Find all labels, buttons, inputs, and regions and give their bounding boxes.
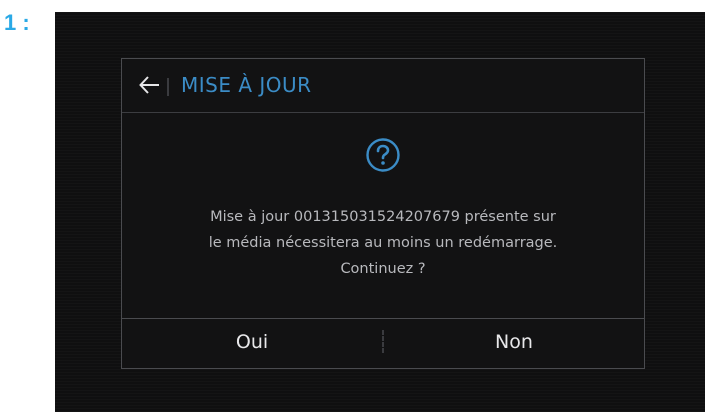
message-line: Continuez ? xyxy=(340,261,426,277)
dialog-footer: Oui Non xyxy=(122,318,644,369)
no-button[interactable]: Non xyxy=(384,319,644,369)
step-label: 1 : xyxy=(4,10,30,35)
question-icon xyxy=(366,138,400,172)
header-divider xyxy=(167,84,169,90)
update-dialog: MISE À JOUR Mise à jour 0013150315242076… xyxy=(121,58,645,369)
back-arrow-icon xyxy=(139,76,159,94)
infotainment-screen: MISE À JOUR Mise à jour 0013150315242076… xyxy=(55,12,705,412)
dialog-message: Mise à jour 001315031524207679 présente … xyxy=(122,204,644,282)
dialog-title: MISE À JOUR xyxy=(181,73,312,97)
message-line: Mise à jour 001315031524207679 présente … xyxy=(210,209,556,225)
message-line: le média nécessitera au moins un redémar… xyxy=(208,235,558,251)
back-button[interactable] xyxy=(138,73,160,97)
yes-button[interactable]: Oui xyxy=(122,319,382,369)
dialog-header: MISE À JOUR xyxy=(122,59,644,113)
